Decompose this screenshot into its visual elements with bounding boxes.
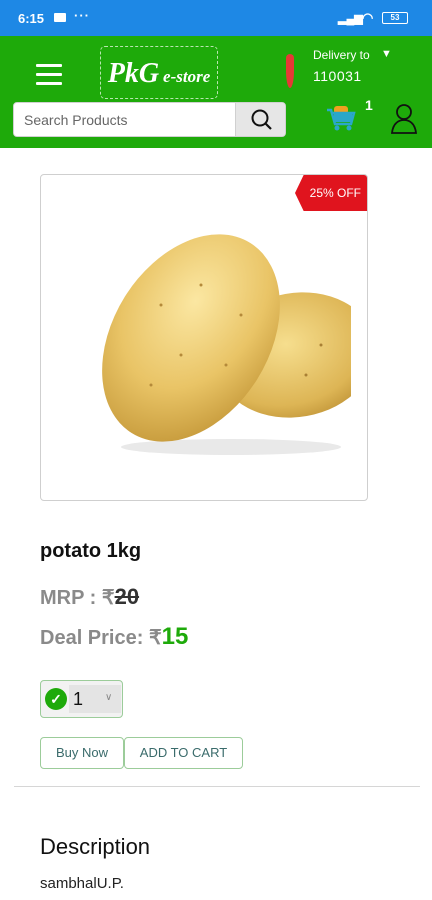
wifi-icon: ◠ <box>362 10 374 25</box>
chevron-down-icon[interactable]: ▼ <box>381 48 392 60</box>
product-image-card[interactable]: 25% OFF <box>40 174 368 501</box>
signal-icon: ▂▄▆ <box>338 13 363 25</box>
app-header: PkG e-store Delivery to ▼ 110031 1 <box>0 36 432 148</box>
location-pin-icon[interactable] <box>286 54 294 88</box>
mrp-price: MRP : ₹20 <box>40 584 139 610</box>
cart-icon[interactable] <box>326 104 356 132</box>
delivery-pincode[interactable]: 110031 <box>313 68 362 84</box>
section-divider <box>14 786 420 787</box>
logo-main: PkG <box>107 58 160 89</box>
deal-price-label: Deal Price: ₹ <box>40 627 162 649</box>
deal-price: Deal Price: ₹15 <box>40 623 188 651</box>
status-bar: 6:15 ··· ▂▄▆ ◠ 53 <box>0 0 432 36</box>
message-icon <box>54 13 66 22</box>
cart-count-badge: 1 <box>365 97 373 113</box>
search-input[interactable] <box>14 103 235 136</box>
product-title: potato 1kg <box>40 540 142 562</box>
description-text: sambhalU.P. <box>40 875 124 892</box>
quantity-dropdown[interactable]: 1 ∨ <box>69 685 121 713</box>
quantity-value: 1 <box>73 689 84 709</box>
delivery-label[interactable]: Delivery to <box>313 48 370 62</box>
deal-price-value: 15 <box>161 623 189 650</box>
discount-badge: 25% OFF <box>295 175 367 211</box>
user-icon[interactable] <box>390 102 418 134</box>
buy-now-button[interactable]: Buy Now <box>40 737 124 769</box>
search-button[interactable] <box>235 103 285 136</box>
description-heading: Description <box>40 834 151 859</box>
mrp-value: 20 <box>114 584 140 609</box>
add-to-cart-button[interactable]: ADD TO CART <box>124 737 243 769</box>
search-bar <box>13 102 286 137</box>
mrp-label: MRP : ₹ <box>40 587 115 609</box>
menu-icon[interactable] <box>36 64 62 86</box>
logo-sub: e-store <box>163 67 211 86</box>
store-logo[interactable]: PkG e-store <box>100 46 218 99</box>
product-image <box>102 234 351 455</box>
status-more-icon: ··· <box>74 8 90 23</box>
check-icon: ✓ <box>45 688 67 710</box>
search-icon <box>251 109 272 130</box>
chevron-down-icon: ∨ <box>105 692 113 703</box>
status-time: 6:15 <box>18 11 45 26</box>
battery-icon: 53 <box>382 12 408 24</box>
quantity-select[interactable]: ✓ 1 ∨ <box>40 680 123 718</box>
